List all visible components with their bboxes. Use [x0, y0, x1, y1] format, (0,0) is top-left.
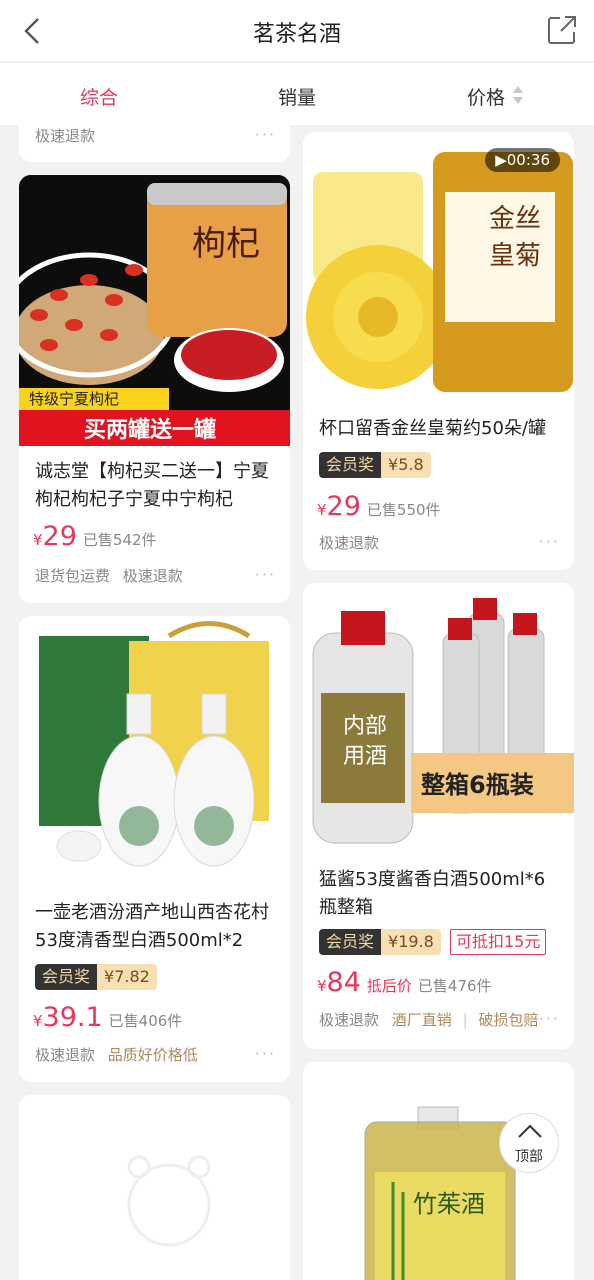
product-tag: 极速退款	[35, 127, 96, 145]
chevron-up-icon	[518, 1124, 542, 1138]
svg-text:皇菊: 皇菊	[489, 241, 541, 271]
tab-price[interactable]: 价格	[467, 83, 505, 110]
goji-image-banner-top: 特级宁夏枸杞	[29, 390, 119, 408]
yen-symbol: ¥	[317, 501, 327, 519]
product-tags: 退货包运费 极速退款	[35, 565, 183, 586]
page-title: 茗茶名酒	[252, 22, 341, 47]
product-card-placeholder[interactable]	[19, 1095, 290, 1280]
product-price: 39.1	[42, 1002, 103, 1033]
product-card-partial[interactable]: 极速退款 ···	[19, 125, 290, 162]
share-icon[interactable]	[546, 14, 578, 46]
product-tags: 极速退款 品质好价格低	[35, 1044, 198, 1065]
product-card-fenjiu[interactable]: 一壶老酒汾酒产地山西杏花村53度清香型白酒500ml*2 会员奖 ¥7.82 ¥…	[19, 616, 290, 1082]
price-row: ¥ 29 已售542件	[33, 521, 157, 555]
sort-tabs: 综合 销量 价格	[0, 63, 594, 125]
member-label: 会员奖	[319, 929, 382, 955]
yen-symbol: ¥	[33, 531, 43, 549]
price-row: ¥ 39.1 已售406件	[33, 1002, 182, 1036]
loading-placeholder-icon	[127, 1155, 211, 1247]
video-duration: 00:36	[506, 151, 550, 169]
svg-text:金丝: 金丝	[489, 204, 541, 234]
member-price: ¥5.8	[381, 452, 431, 478]
goji-can-label-1: 枸杞	[192, 224, 260, 264]
video-duration-badge: ▶00:36	[485, 148, 560, 172]
coupon-badge[interactable]: 可抵扣15元	[450, 929, 547, 955]
tag-good-quality: 品质好价格低	[107, 1046, 198, 1064]
member-price-badge: 会员奖 ¥19.8	[319, 929, 441, 955]
tag-fast-refund: 极速退款	[122, 567, 183, 585]
product-price: 84	[326, 967, 361, 998]
member-price: ¥7.82	[97, 964, 157, 990]
price-row: ¥ 84 抵后价 已售476件	[317, 967, 492, 1001]
product-title: 猛酱53度酱香白酒500ml*6瓶整箱	[319, 869, 546, 918]
sold-count: 已售542件	[82, 531, 157, 549]
product-card-chrysanthemum[interactable]: 金丝 皇菊 ▶00:36 杯口留香金丝皇菊约50朵/罐 会员奖 ¥5.8 ¥ 2…	[303, 132, 574, 570]
member-price-badge: 会员奖 ¥7.82	[35, 964, 157, 990]
more-options-icon[interactable]: ···	[255, 565, 276, 584]
more-options-icon[interactable]: ···	[539, 532, 560, 551]
product-grid: 极速退款 ··· 枸杞 特级宁夏枸杞 买两罐送一罐 诚志堂【枸杞买二送一】宁夏枸…	[0, 125, 594, 1280]
product-title: 诚志堂【枸杞买二送一】宁夏枸杞枸杞子宁夏中宁枸杞	[35, 461, 269, 510]
member-price: ¥19.8	[381, 929, 441, 955]
product-tags: 极速退款	[319, 532, 379, 553]
product-tags: 极速退款 酒厂直销 | 破损包赔	[319, 1009, 538, 1030]
tag-return-shipping: 退货包运费	[35, 567, 111, 585]
product-image-fenjiu	[19, 616, 290, 887]
zhuye-image-label: 竹茱酒	[413, 1190, 485, 1218]
goji-image-banner-bottom: 买两罐送一罐	[84, 417, 216, 443]
product-price: 29	[42, 521, 77, 552]
tab-sales[interactable]: 销量	[278, 83, 316, 110]
more-options-icon[interactable]: ···	[255, 1044, 276, 1063]
tag-divider: |	[462, 1011, 468, 1029]
tag-fast-refund: 极速退款	[319, 1011, 380, 1029]
product-card-liquor[interactable]: 内部 用酒 整箱6瓶装 猛酱53度酱香白酒500ml*6瓶整箱 会员奖 ¥19.…	[303, 583, 574, 1049]
product-image-liquor: 内部 用酒 整箱6瓶装	[303, 583, 574, 854]
price-row: ¥ 29 已售550件	[317, 491, 441, 525]
more-options-icon[interactable]: ···	[539, 1009, 560, 1028]
sold-count: 已售550件	[366, 501, 441, 519]
svg-text:用酒: 用酒	[343, 744, 387, 769]
back-to-top-label: 顶部	[515, 1149, 543, 1165]
sold-count: 已售406件	[108, 1012, 183, 1030]
tag-damage-guarantee: 破损包赔	[478, 1011, 539, 1029]
sort-arrows-icon[interactable]	[512, 84, 524, 106]
tag-fast-refund: 极速退款	[319, 534, 380, 552]
sold-count: 已售476件	[417, 977, 492, 995]
product-image-chrysanthemum: 金丝 皇菊 ▶00:36	[303, 132, 574, 403]
product-price: 29	[326, 491, 361, 522]
after-discount-label: 抵后价	[366, 977, 412, 995]
tag-fast-refund: 极速退款	[35, 1046, 96, 1064]
yen-symbol: ¥	[33, 1012, 43, 1030]
product-title: 一壶老酒汾酒产地山西杏花村53度清香型白酒500ml*2	[35, 902, 269, 951]
tag-factory-direct: 酒厂直销	[391, 1011, 452, 1029]
yen-symbol: ¥	[317, 977, 327, 995]
top-nav-bar: 茗茶名酒	[0, 0, 594, 62]
product-title: 杯口留香金丝皇菊约50朵/罐	[319, 418, 546, 439]
product-card-goji[interactable]: 枸杞 特级宁夏枸杞 买两罐送一罐 诚志堂【枸杞买二送一】宁夏枸杞枸杞子宁夏中宁枸…	[19, 175, 290, 603]
liquor-image-banner: 整箱6瓶装	[421, 771, 534, 799]
more-options-icon[interactable]: ···	[255, 125, 276, 144]
back-to-top-button[interactable]: 顶部	[499, 1113, 559, 1173]
member-price-badge: 会员奖 ¥5.8	[319, 452, 431, 478]
product-image-goji: 枸杞 特级宁夏枸杞 买两罐送一罐	[19, 175, 290, 446]
member-label: 会员奖	[35, 964, 98, 990]
member-label: 会员奖	[319, 452, 382, 478]
svg-text:内部: 内部	[343, 714, 387, 739]
tab-comprehensive[interactable]: 综合	[80, 83, 118, 110]
